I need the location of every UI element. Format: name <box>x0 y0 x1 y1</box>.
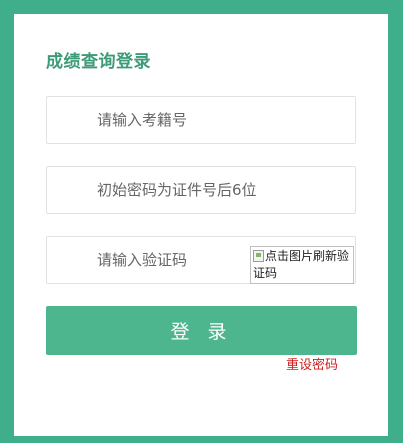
exam-number-input[interactable] <box>47 97 355 143</box>
captcha-image[interactable]: 点击图片刷新验证码 <box>250 246 354 284</box>
password-input[interactable] <box>47 167 355 213</box>
exam-number-field-box <box>46 96 356 144</box>
captcha-image-alt-text: 点击图片刷新验证码 <box>253 249 350 280</box>
login-button[interactable]: 登 录 <box>46 306 357 355</box>
page-title: 成绩查询登录 <box>46 52 151 72</box>
broken-image-icon <box>253 250 264 262</box>
captcha-input[interactable] <box>47 237 247 283</box>
password-field-box <box>46 166 356 214</box>
reset-password-link[interactable]: 重设密码 <box>286 357 338 375</box>
login-card: 成绩查询登录 点击图片刷新验证码 登 录 重设密码 <box>14 14 388 436</box>
captcha-field-box: 点击图片刷新验证码 <box>46 236 356 284</box>
